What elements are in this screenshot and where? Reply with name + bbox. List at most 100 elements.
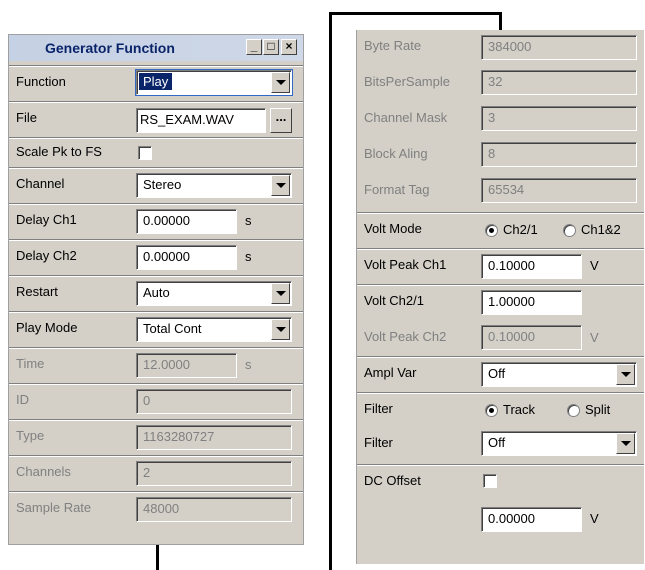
type-label: Type xyxy=(16,428,45,443)
time-field: 12.0000 xyxy=(136,353,237,378)
volt-ch21-label: Volt Ch2/1 xyxy=(364,293,424,308)
function-value: Play xyxy=(139,73,173,90)
row-volt-mode: Volt Mode Ch2/1 Ch1&2 xyxy=(357,212,644,248)
close-icon: × xyxy=(285,39,293,53)
row-channel-mask: Channel Mask 3 xyxy=(357,102,644,138)
time-label: Time xyxy=(16,356,45,371)
filter-mode-label: Filter xyxy=(364,401,393,416)
row-volt-ch21: Volt Ch2/1 1.00000 Volt Peak Ch2 0.10000… xyxy=(357,284,644,356)
play-mode-select[interactable]: Total Cont xyxy=(136,317,292,342)
channel-mask-field: 3 xyxy=(481,106,637,131)
row-play-mode: Play Mode Total Cont xyxy=(9,311,303,347)
function-select[interactable]: Play xyxy=(135,69,293,96)
volt-ch21-value: 1.00000 xyxy=(488,294,535,309)
channels-value: 2 xyxy=(143,465,151,480)
bits-per-sample-field: 32 xyxy=(481,70,637,95)
callout-line-bottom-stub xyxy=(156,545,159,570)
chevron-down-icon[interactable] xyxy=(271,175,290,196)
id-label: ID xyxy=(16,392,29,407)
sample-rate-field: 48000 xyxy=(136,497,292,522)
channels-label: Channels xyxy=(16,464,71,479)
row-channel: Channel Stereo xyxy=(9,167,303,203)
row-volt-peak-ch1: Volt Peak Ch1 0.10000 V xyxy=(357,248,644,284)
dc-offset-field[interactable]: 0.00000 xyxy=(481,507,582,532)
row-time: Time 12.0000 s xyxy=(9,347,303,383)
generator-function-window: Generator Function _ □ × Function Play F… xyxy=(8,34,304,545)
block-aling-field: 8 xyxy=(481,142,637,167)
chevron-down-icon[interactable] xyxy=(616,364,635,385)
file-label: File xyxy=(16,110,37,125)
type-field: 1163280727 xyxy=(136,425,292,450)
minimize-button[interactable]: _ xyxy=(246,39,262,55)
format-tag-field: 65534 xyxy=(481,178,637,203)
window-titlebar: Generator Function _ □ × xyxy=(9,35,303,61)
volt-ch21-field[interactable]: 1.00000 xyxy=(481,290,582,315)
volt-mode-ch12-radio[interactable] xyxy=(563,224,576,237)
volt-peak-ch1-unit: V xyxy=(590,258,599,273)
channel-select[interactable]: Stereo xyxy=(136,173,292,198)
volt-peak-ch1-field[interactable]: 0.10000 xyxy=(481,254,582,279)
row-bits-per-sample: BitsPerSample 32 xyxy=(357,66,644,102)
row-channels: Channels 2 xyxy=(9,455,303,491)
dc-offset-checkbox[interactable] xyxy=(483,474,497,488)
row-format-tag: Format Tag 65534 xyxy=(357,174,644,210)
volt-mode-ch12-label: Ch1&2 xyxy=(581,222,621,237)
generator-function-continued-panel: Byte Rate 384000 BitsPerSample 32 Channe… xyxy=(356,30,644,564)
file-field[interactable]: RS_EXAM.WAV xyxy=(136,108,266,133)
row-file: File RS_EXAM.WAV ... xyxy=(9,101,303,137)
sample-rate-value: 48000 xyxy=(143,501,180,516)
browse-icon: ... xyxy=(275,109,287,124)
volt-peak-ch2-label: Volt Peak Ch2 xyxy=(364,329,447,344)
filter-split-radio[interactable] xyxy=(567,404,580,417)
channel-mask-label: Channel Mask xyxy=(364,110,448,125)
delay-ch1-field[interactable]: 0.00000 xyxy=(136,209,237,234)
row-block-aling: Block Aling 8 xyxy=(357,138,644,174)
volt-peak-ch2-unit: V xyxy=(590,330,599,345)
chevron-down-icon[interactable] xyxy=(271,319,290,340)
volt-peak-ch1-value: 0.10000 xyxy=(488,258,535,273)
delay-ch1-unit: s xyxy=(245,213,252,228)
row-id: ID 0 xyxy=(9,383,303,419)
byte-rate-label: Byte Rate xyxy=(364,38,422,53)
row-delay-ch1: Delay Ch1 0.00000 s xyxy=(9,203,303,239)
row-filter: Filter Track Split Filter Off xyxy=(357,392,644,464)
chevron-down-icon[interactable] xyxy=(271,72,290,93)
delay-ch2-unit: s xyxy=(245,249,252,264)
row-ampl-var: Ampl Var Off xyxy=(357,356,644,392)
maximize-icon: □ xyxy=(267,39,275,53)
ampl-var-value: Off xyxy=(488,366,506,381)
filter-track-radio[interactable] xyxy=(485,404,498,417)
format-tag-value: 65534 xyxy=(488,182,525,197)
file-value: RS_EXAM.WAV xyxy=(140,112,234,127)
channel-mask-value: 3 xyxy=(488,110,496,125)
volt-mode-ch21-label: Ch2/1 xyxy=(503,222,538,237)
chevron-down-icon[interactable] xyxy=(616,433,635,454)
channel-value: Stereo xyxy=(143,177,182,192)
delay-ch2-field[interactable]: 0.00000 xyxy=(136,245,237,270)
browse-button[interactable]: ... xyxy=(270,108,292,133)
play-mode-label: Play Mode xyxy=(16,320,78,335)
time-unit: s xyxy=(245,357,252,372)
restart-value: Auto xyxy=(143,285,170,300)
format-tag-label: Format Tag xyxy=(364,182,430,197)
restart-select[interactable]: Auto xyxy=(136,281,292,306)
scale-label: Scale Pk to FS xyxy=(16,144,102,159)
volt-mode-label: Volt Mode xyxy=(364,221,422,236)
row-sample-rate: Sample Rate 48000 xyxy=(9,491,303,527)
ampl-var-label: Ampl Var xyxy=(364,365,417,380)
maximize-button[interactable]: □ xyxy=(263,39,279,55)
byte-rate-field: 384000 xyxy=(481,35,637,60)
scale-checkbox[interactable] xyxy=(138,146,152,160)
volt-mode-ch21-radio[interactable] xyxy=(485,224,498,237)
chevron-down-icon[interactable] xyxy=(271,283,290,304)
delay-ch1-label: Delay Ch1 xyxy=(16,212,77,227)
filter-split-label: Split xyxy=(585,402,611,417)
restart-label: Restart xyxy=(16,284,58,299)
ampl-var-select[interactable]: Off xyxy=(481,362,637,387)
dc-offset-label: DC Offset xyxy=(364,473,421,488)
bits-per-sample-label: BitsPerSample xyxy=(364,74,450,89)
block-aling-label: Block Aling xyxy=(364,146,428,161)
volt-peak-ch2-value: 0.10000 xyxy=(488,329,535,344)
filter-select[interactable]: Off xyxy=(481,431,637,456)
close-button[interactable]: × xyxy=(281,39,297,55)
